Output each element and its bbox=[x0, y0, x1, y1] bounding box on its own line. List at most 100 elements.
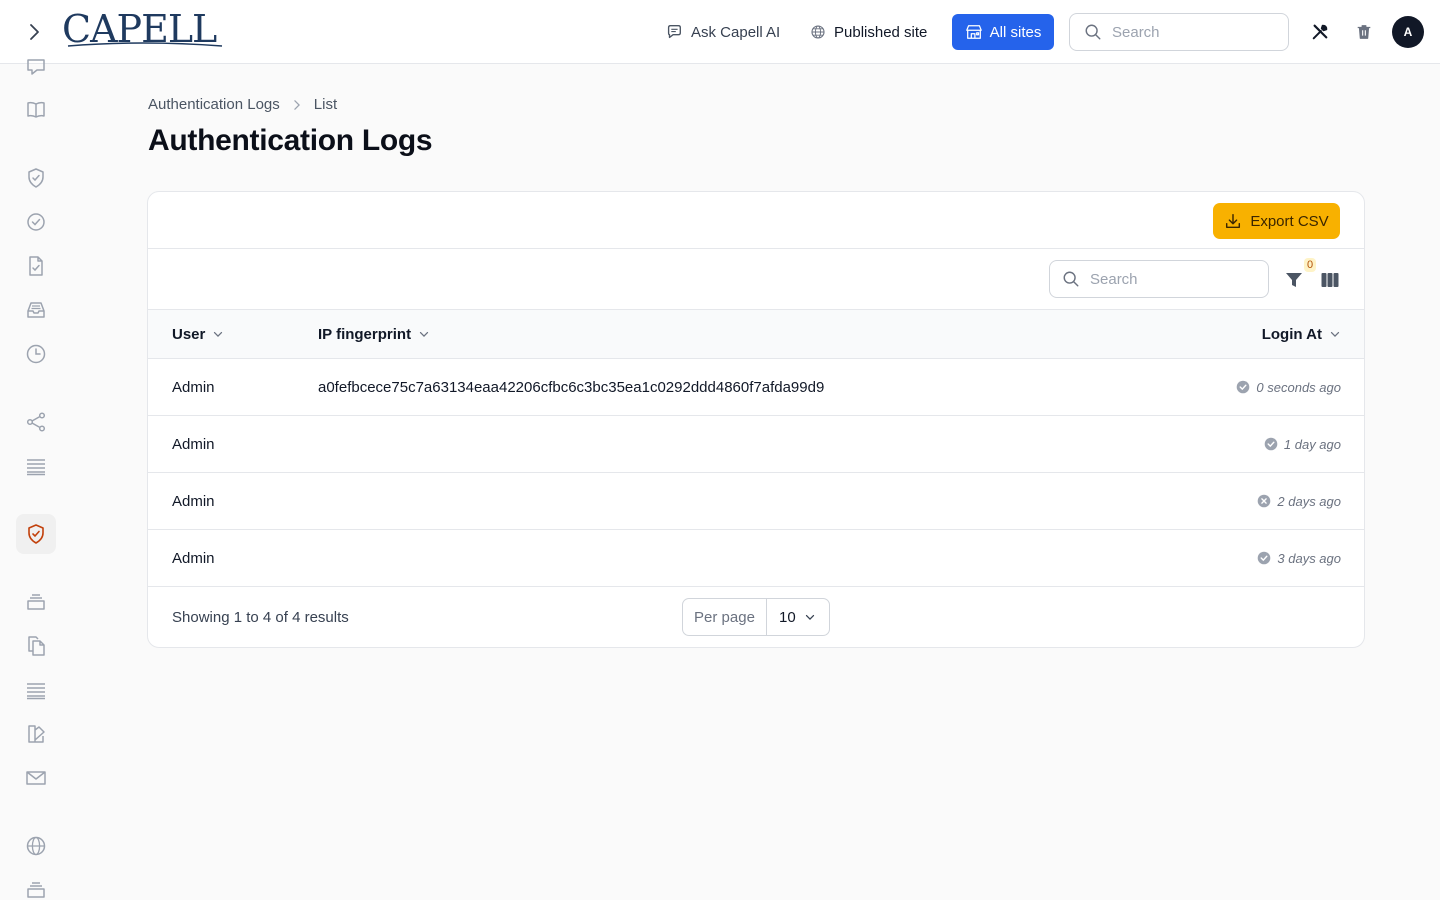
cell-login-at: 2 days ago bbox=[1257, 473, 1341, 529]
per-page-select[interactable]: 10 bbox=[767, 599, 829, 635]
sidebar-item-inbox[interactable] bbox=[16, 290, 56, 330]
sidebar-item-sites[interactable] bbox=[16, 826, 56, 866]
sidebar-item-themes[interactable] bbox=[16, 714, 56, 754]
table-row[interactable]: Admin 3 days ago bbox=[148, 530, 1364, 587]
cell-login-at: 1 day ago bbox=[1264, 416, 1341, 472]
chevron-down-icon bbox=[805, 614, 815, 620]
cell-user: Admin bbox=[172, 549, 215, 567]
column-label-login-at: Login At bbox=[1261, 325, 1322, 343]
sidebar-item-authentication-logs[interactable] bbox=[16, 514, 56, 554]
all-sites-button[interactable]: All sites bbox=[952, 14, 1054, 50]
filter-count-badge: 0 bbox=[1304, 258, 1317, 272]
sidebar-item-docs[interactable] bbox=[16, 90, 56, 130]
page-title: Authentication Logs bbox=[148, 124, 433, 157]
cell-ip-fingerprint: a0fefbcece75c7a63134eaa42206cfbc6c3bc35e… bbox=[318, 378, 825, 396]
table-search-input[interactable] bbox=[1090, 270, 1240, 288]
sidebar-item-pages[interactable] bbox=[16, 626, 56, 666]
column-header-login-at[interactable]: Login At bbox=[1262, 310, 1342, 358]
check-circle-icon bbox=[27, 213, 45, 231]
table-row[interactable]: Admin 1 day ago bbox=[148, 416, 1364, 473]
building-storefront-icon bbox=[965, 25, 982, 39]
documents-icon bbox=[28, 636, 45, 656]
expand-sidebar-button[interactable] bbox=[22, 20, 46, 44]
breadcrumb-parent[interactable]: Authentication Logs bbox=[148, 96, 280, 113]
published-site-label: Published site bbox=[834, 23, 928, 41]
table-footer: Showing 1 to 4 of 4 results Per page 10 bbox=[148, 587, 1364, 647]
export-csv-label: Export CSV bbox=[1250, 212, 1329, 230]
table-header: User IP fingerprint Login At bbox=[148, 310, 1364, 359]
column-header-user[interactable]: User bbox=[172, 310, 225, 358]
column-header-ip[interactable]: IP fingerprint bbox=[318, 310, 431, 358]
check-circle-icon bbox=[1258, 551, 1271, 565]
sidebar-item-integrations[interactable] bbox=[16, 402, 56, 442]
cell-login-at: 0 seconds ago bbox=[1236, 359, 1341, 415]
shield-check-icon bbox=[28, 524, 44, 544]
chevron-down-icon bbox=[214, 331, 223, 337]
queue-list-icon bbox=[27, 683, 45, 700]
per-page-label: Per page bbox=[683, 599, 767, 635]
stack-icon bbox=[27, 882, 45, 898]
x-circle-icon bbox=[1258, 494, 1271, 508]
sidebar-item-messages[interactable] bbox=[16, 47, 56, 87]
login-at-text: 3 days ago bbox=[1277, 550, 1341, 566]
search-icon bbox=[1085, 24, 1101, 40]
per-page-value: 10 bbox=[779, 608, 796, 626]
cell-user: Admin bbox=[172, 492, 215, 510]
chevron-right-icon bbox=[294, 99, 300, 110]
stack-icon bbox=[27, 594, 45, 610]
shield-check-icon bbox=[28, 168, 44, 188]
ask-ai-link[interactable]: Ask Capell AI bbox=[665, 20, 780, 44]
cell-login-at: 3 days ago bbox=[1257, 530, 1341, 586]
clock-icon bbox=[26, 344, 46, 364]
book-icon bbox=[27, 101, 45, 118]
table-row[interactable]: Admin a0fefbcece75c7a63134eaa42206cfbc6c… bbox=[148, 359, 1364, 416]
wrench-screwdriver-icon bbox=[1312, 24, 1328, 40]
trash-button[interactable] bbox=[1352, 20, 1376, 44]
download-icon bbox=[1226, 213, 1241, 229]
login-at-text: 1 day ago bbox=[1283, 436, 1341, 452]
sidebar-item-reviews[interactable] bbox=[16, 246, 56, 286]
funnel-icon bbox=[1286, 273, 1302, 287]
login-at-text: 2 days ago bbox=[1277, 493, 1341, 509]
global-search[interactable] bbox=[1069, 13, 1289, 51]
table-search[interactable] bbox=[1049, 260, 1269, 298]
breadcrumb-current: List bbox=[313, 96, 338, 113]
envelope-icon bbox=[26, 771, 46, 785]
document-check-icon bbox=[29, 256, 43, 276]
per-page-control: Per page 10 bbox=[682, 598, 830, 636]
table-row[interactable]: Admin 2 days ago bbox=[148, 473, 1364, 530]
export-csv-button[interactable]: Export CSV bbox=[1213, 203, 1340, 239]
chevron-down-icon bbox=[1330, 331, 1340, 337]
table-toolbar: 0 bbox=[148, 249, 1364, 310]
sidebar-item-archive[interactable] bbox=[16, 870, 56, 900]
published-site-link[interactable]: Published site bbox=[810, 20, 927, 44]
sidebar-item-history[interactable] bbox=[16, 334, 56, 374]
toggle-columns-button[interactable] bbox=[1318, 268, 1342, 292]
tools-button[interactable] bbox=[1308, 20, 1332, 44]
all-sites-label: All sites bbox=[989, 23, 1042, 41]
sidebar-item-mail[interactable] bbox=[16, 758, 56, 798]
login-at-text: 0 seconds ago bbox=[1256, 379, 1341, 395]
card-header: Export CSV bbox=[148, 192, 1364, 249]
column-label-ip: IP fingerprint bbox=[318, 325, 412, 343]
sidebar-item-menus[interactable] bbox=[16, 670, 56, 710]
check-circle-icon bbox=[1264, 437, 1278, 451]
check-circle-icon bbox=[1237, 380, 1250, 394]
search-icon bbox=[1063, 271, 1079, 287]
sidebar-item-lists[interactable] bbox=[16, 446, 56, 486]
filter-button[interactable] bbox=[1282, 268, 1306, 292]
breadcrumb: Authentication Logs List bbox=[148, 96, 337, 113]
capell-logo[interactable]: CAPELL bbox=[62, 7, 224, 51]
ask-ai-label: Ask Capell AI bbox=[691, 23, 781, 41]
sidebar-item-security[interactable] bbox=[16, 158, 56, 198]
cell-user: Admin bbox=[172, 435, 215, 453]
chat-bubbles-icon bbox=[27, 59, 45, 75]
chevron-right-icon bbox=[30, 24, 39, 40]
swatch-icon bbox=[28, 725, 45, 743]
user-avatar[interactable]: A bbox=[1392, 16, 1424, 48]
chevron-down-icon bbox=[419, 331, 429, 337]
global-search-input[interactable] bbox=[1112, 23, 1262, 41]
sidebar-item-storage[interactable] bbox=[16, 582, 56, 622]
sidebar-item-approvals[interactable] bbox=[16, 202, 56, 242]
queue-list-icon bbox=[27, 459, 45, 476]
